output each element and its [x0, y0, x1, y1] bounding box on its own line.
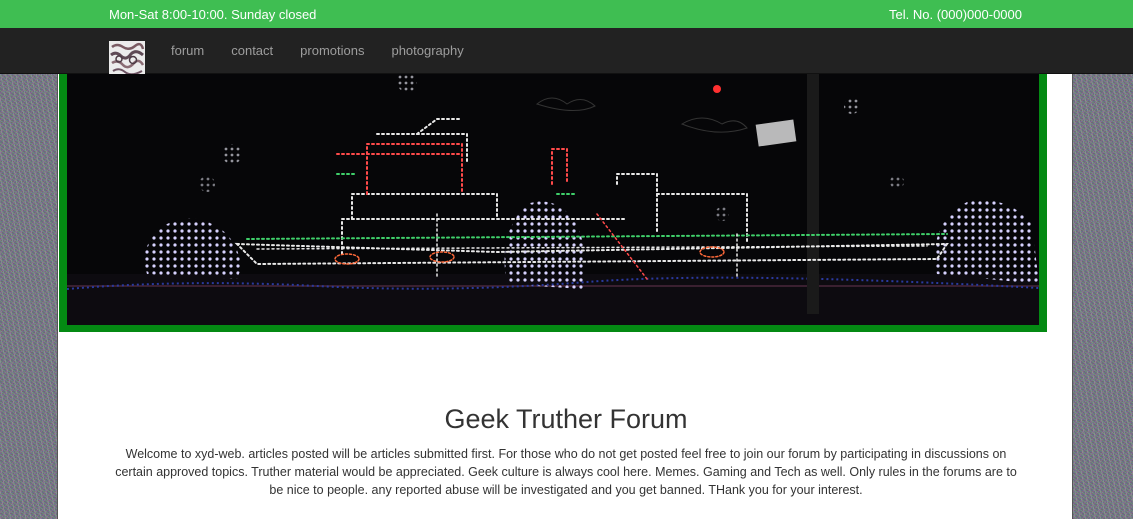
phone-number: Tel. No. (000)000-0000	[889, 7, 1022, 22]
nav-promotions[interactable]: promotions	[300, 43, 364, 58]
page-title: Geek Truther Forum	[444, 404, 688, 434]
navbar: forum contact promotions photography	[0, 28, 1133, 77]
business-hours: Mon-Sat 8:00-10:00. Sunday closed	[109, 7, 317, 22]
light-display-illustration	[67, 74, 1039, 325]
site-logo[interactable]	[109, 41, 145, 77]
nav-photography[interactable]: photography	[391, 43, 463, 58]
hero-image	[67, 74, 1039, 325]
hero-banner	[59, 74, 1047, 332]
nav-forum[interactable]: forum	[171, 43, 204, 58]
main-nav: forum contact promotions photography	[171, 43, 491, 58]
intro-paragraph: Welcome to xyd-web. articles posted will…	[115, 447, 1017, 497]
nav-contact[interactable]: contact	[231, 43, 273, 58]
page-container: Geek Truther Forum Welcome to xyd-web. a…	[57, 74, 1073, 519]
top-info-bar: Mon-Sat 8:00-10:00. Sunday closed Tel. N…	[0, 0, 1133, 28]
